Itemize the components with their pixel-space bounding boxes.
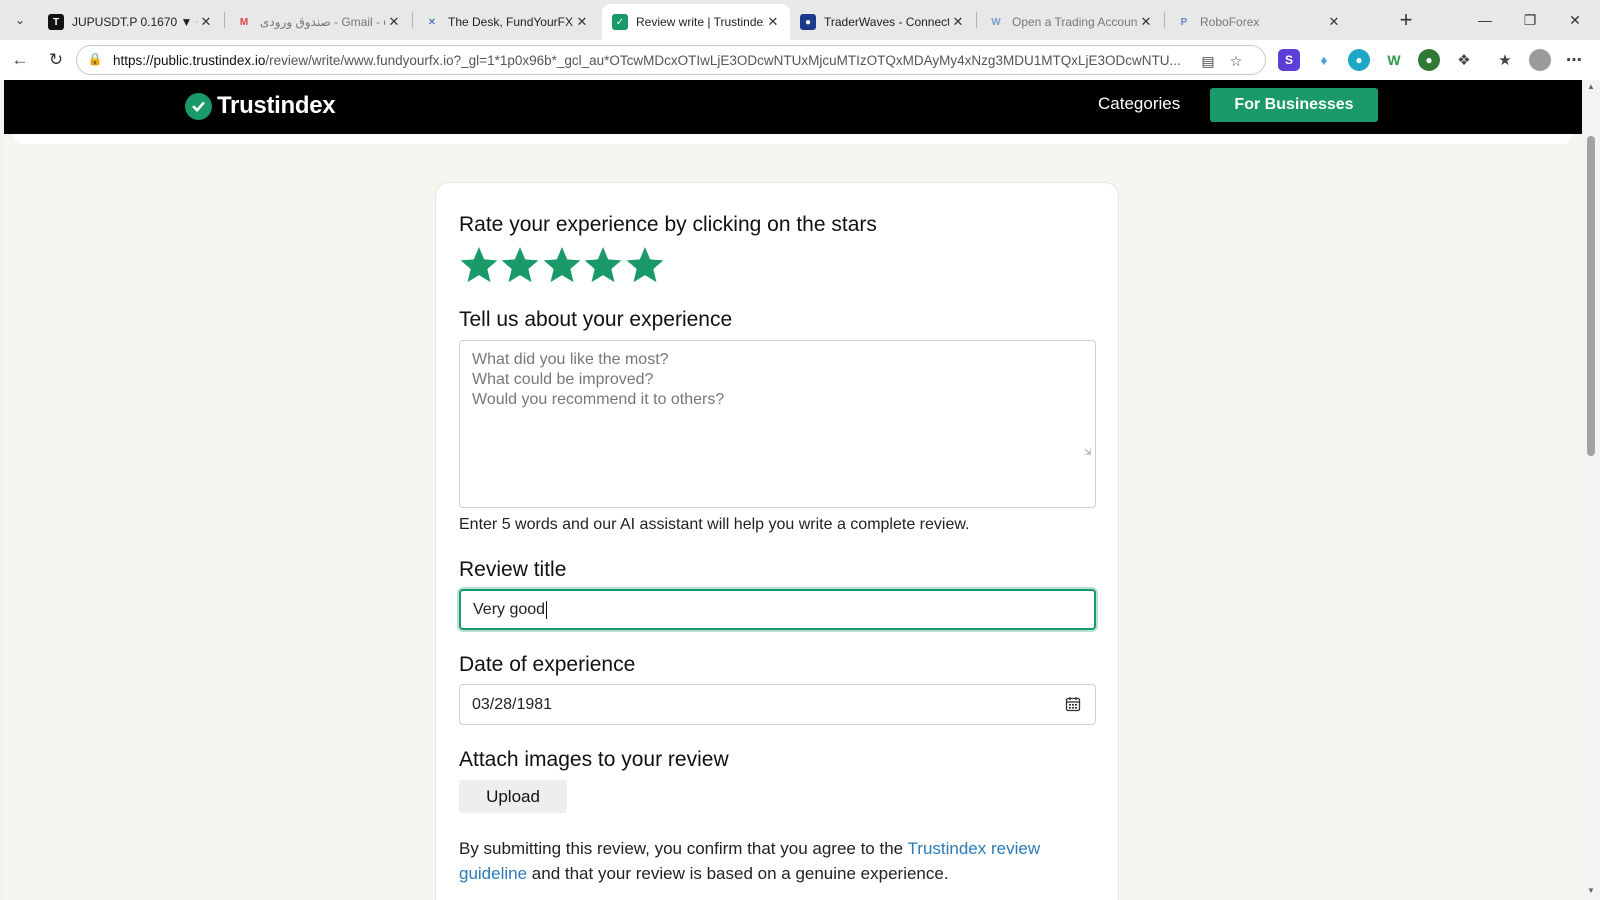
- scrollbar-thumb[interactable]: [1587, 136, 1595, 456]
- tab-strip: ⌄ TJUPUSDT.P 0.1670 ▼ −0.7✕Mصندوق ورودی …: [0, 0, 1600, 40]
- text-caret: [546, 600, 548, 619]
- review-title-input[interactable]: Very good: [459, 589, 1096, 630]
- tab-title: Review write | Trustindex.i: [636, 15, 764, 29]
- url-text: https://public.trustindex.io/review/writ…: [113, 52, 1181, 68]
- back-icon[interactable]: ←: [8, 48, 32, 72]
- star-icon[interactable]: [500, 245, 540, 285]
- broker-icon: W: [991, 16, 1001, 28]
- close-tab-icon[interactable]: ✕: [764, 14, 782, 30]
- tab-list-menu-icon[interactable]: ⌄: [8, 8, 32, 32]
- close-tab-icon[interactable]: ✕: [1137, 14, 1155, 30]
- more-menu-icon[interactable]: ⋯: [1563, 49, 1585, 71]
- tab-separator: [224, 12, 225, 28]
- trustindex-logo[interactable]: Trustindex: [185, 92, 336, 120]
- star-icon[interactable]: [542, 245, 582, 285]
- tab-separator: [976, 12, 977, 28]
- favorite-star-icon[interactable]: ☆: [1227, 52, 1245, 70]
- terms-text: By submitting this review, you confirm t…: [459, 839, 1041, 883]
- favorites-icon[interactable]: ★: [1494, 49, 1516, 71]
- tab-title: The Desk, FundYourFX: [448, 15, 573, 29]
- checkmark-icon: [185, 92, 212, 120]
- upload-button[interactable]: Upload: [459, 780, 567, 813]
- gmail-icon: M: [239, 16, 249, 28]
- browser-tab[interactable]: T JUPUSDT.P 0.1670 ▼ −0.7✕: [38, 4, 223, 40]
- tab-separator: [1164, 12, 1165, 28]
- browser-tab[interactable]: W Open a Trading Account ✕: [978, 4, 1163, 40]
- review-title-heading: Review title: [459, 558, 567, 581]
- tradingview-icon: T: [48, 14, 64, 30]
- placeholder-line: Would you recommend it to others?: [472, 391, 725, 408]
- close-tab-icon[interactable]: ✕: [197, 14, 215, 30]
- browser-tab[interactable]: M صندوق ورودی - Gmail - om✕: [226, 4, 411, 40]
- date-heading: Date of experience: [459, 653, 636, 676]
- review-title-value: Very good: [473, 601, 546, 618]
- tab-title: RoboForex: [1200, 15, 1260, 29]
- extension-earth-icon[interactable]: ●: [1418, 49, 1440, 71]
- experience-textarea[interactable]: What did you like the most? What could be…: [459, 340, 1096, 508]
- star-icon[interactable]: [625, 245, 665, 285]
- experience-placeholder: What did you like the most? What could be…: [472, 350, 1083, 410]
- tab-title: Open a Trading Account: [1012, 15, 1137, 29]
- reload-icon[interactable]: ↻: [44, 48, 68, 72]
- close-tab-icon[interactable]: ✕: [573, 14, 591, 30]
- review-form-card: Rate your experience by clicking on the …: [435, 182, 1119, 900]
- site-info-icon[interactable]: 🔒: [87, 52, 103, 68]
- extension-globe-icon[interactable]: ●: [1348, 49, 1370, 71]
- page-scrollbar[interactable]: ▲ ▼: [1582, 80, 1600, 900]
- placeholder-line: What did you like the most?: [472, 351, 669, 368]
- placeholder-line: What could be improved?: [472, 371, 654, 388]
- tab-title: JUPUSDT.P 0.1670 ▼ −0.7: [72, 15, 197, 29]
- reading-view-icon[interactable]: ▤: [1199, 52, 1217, 70]
- close-tab-icon[interactable]: ✕: [949, 14, 967, 30]
- traderwaves-icon: ●: [800, 14, 816, 30]
- attach-heading: Attach images to your review: [459, 748, 729, 771]
- address-bar[interactable]: 🔒 https://public.trustindex.io/review/wr…: [76, 45, 1266, 75]
- fundyourfx-icon: ✕: [427, 16, 437, 28]
- restore-icon[interactable]: ❐: [1510, 6, 1550, 34]
- star-icon[interactable]: [583, 245, 623, 285]
- scroll-up-icon[interactable]: ▲: [1586, 82, 1596, 91]
- close-window-icon[interactable]: ✕: [1555, 6, 1595, 34]
- extension-s-icon[interactable]: S: [1278, 49, 1300, 71]
- scroll-down-icon[interactable]: ▼: [1586, 886, 1596, 895]
- categories-link[interactable]: Categories: [1098, 94, 1180, 114]
- header-lip: [14, 134, 1572, 144]
- rate-heading: Rate your experience by clicking on the …: [459, 213, 877, 236]
- tab-title: صندوق ورودی - Gmail - om: [260, 15, 385, 29]
- date-input[interactable]: 03/28/1981: [459, 684, 1096, 725]
- minimize-icon[interactable]: —: [1465, 6, 1505, 34]
- close-tab-icon[interactable]: ✕: [385, 14, 403, 30]
- browser-tab[interactable]: P RoboForex ✕: [1166, 4, 1351, 40]
- close-tab-icon[interactable]: ✕: [1325, 14, 1343, 30]
- ai-hint-text: Enter 5 words and our AI assistant will …: [459, 516, 970, 533]
- resize-handle-icon[interactable]: ⇲: [1084, 448, 1093, 457]
- experience-heading: Tell us about your experience: [459, 308, 733, 331]
- browser-tab[interactable]: ✓ Review write | Trustindex.i ✕: [602, 4, 790, 40]
- tab-separator: [412, 12, 413, 28]
- star-icon[interactable]: [459, 245, 499, 285]
- new-tab-button[interactable]: +: [1393, 8, 1419, 34]
- for-businesses-button[interactable]: For Businesses: [1210, 88, 1378, 122]
- extension-w-icon[interactable]: W: [1383, 49, 1405, 71]
- browser-tab[interactable]: ✕ The Desk, FundYourFX ✕: [414, 4, 599, 40]
- extensions-puzzle-icon[interactable]: ❖: [1453, 49, 1475, 71]
- tab-title: TraderWaves - Connect, t: [824, 15, 949, 29]
- toolbar: ← ↻ 🔒 https://public.trustindex.io/revie…: [0, 40, 1600, 80]
- page-viewport: Trustindex Categories For Businesses Rat…: [4, 80, 1582, 900]
- profile-avatar-icon[interactable]: [1529, 49, 1551, 71]
- extension-diamond-icon[interactable]: ♦: [1313, 49, 1335, 71]
- logo-text: Trustindex: [217, 92, 336, 119]
- date-value: 03/28/1981: [472, 696, 553, 713]
- roboforex-icon: P: [1180, 16, 1188, 28]
- star-rating: [459, 245, 666, 285]
- trustindex-icon: ✓: [612, 14, 628, 30]
- calendar-icon[interactable]: [1065, 696, 1081, 712]
- browser-tab[interactable]: ● TraderWaves - Connect, t ✕: [790, 4, 975, 40]
- site-header: Trustindex Categories For Businesses: [4, 80, 1582, 144]
